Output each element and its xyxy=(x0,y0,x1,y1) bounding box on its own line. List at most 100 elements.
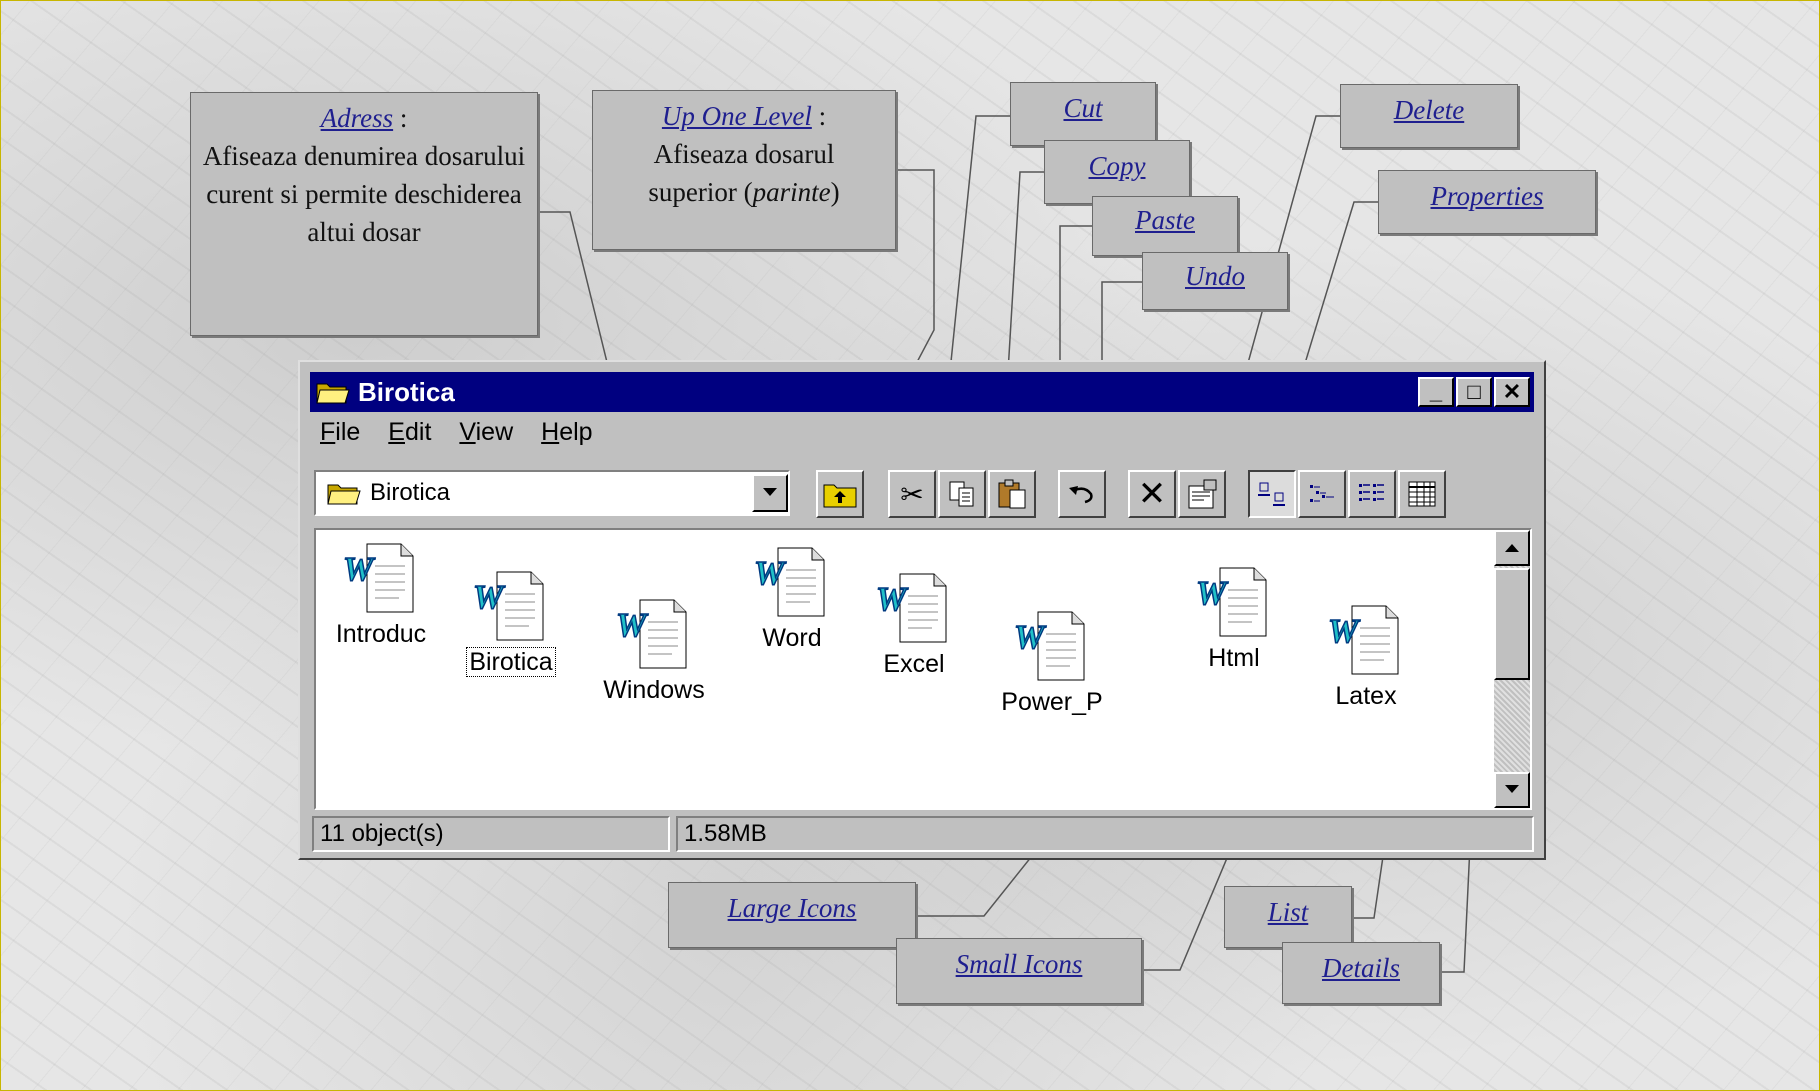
menu-file[interactable]: File xyxy=(320,418,360,447)
details-callout: Details xyxy=(1282,942,1440,1004)
file-name: Excel xyxy=(883,650,945,678)
file-name: Power_P xyxy=(1001,688,1103,716)
details-icon xyxy=(1408,481,1436,507)
word-document-icon: W xyxy=(615,599,687,669)
list-callout: List xyxy=(1224,886,1352,948)
small-icons-icon xyxy=(1310,485,1334,502)
up-one-level-button[interactable] xyxy=(816,470,864,518)
up-one-level-callout-body: Afiseaza dosarul superior (parinte) xyxy=(593,135,895,211)
file-name: Html xyxy=(1208,644,1260,672)
menu-help[interactable]: Help xyxy=(541,418,592,447)
vertical-scrollbar[interactable] xyxy=(1494,530,1530,808)
svg-text:W: W xyxy=(876,581,909,618)
minimize-button[interactable]: _ xyxy=(1418,377,1454,407)
large-icons-button[interactable] xyxy=(1248,470,1296,518)
explorer-window: Birotica _ □ ✕ File Edit View Help Birot… xyxy=(298,360,1546,860)
cut-button[interactable]: ✂ xyxy=(888,470,936,518)
menu-view-label: iew xyxy=(475,418,514,446)
file-item[interactable]: W Latex xyxy=(1316,604,1416,711)
word-document-icon: W xyxy=(342,543,414,613)
file-name: Birotica xyxy=(466,647,556,677)
word-document-icon: W xyxy=(1195,567,1267,637)
svg-text:W: W xyxy=(473,579,506,616)
close-button[interactable]: ✕ xyxy=(1494,377,1530,407)
delete-callout: Delete xyxy=(1340,84,1518,148)
details-button[interactable] xyxy=(1398,470,1446,518)
copy-callout: Copy xyxy=(1044,140,1190,204)
undo-callout-title: Undo xyxy=(1185,261,1245,291)
file-view: W Introduc W Birotica W Windows W Word W… xyxy=(314,528,1532,810)
paste-icon xyxy=(998,479,1026,509)
up-one-level-body-close: ) xyxy=(830,177,840,207)
file-item[interactable]: W Windows xyxy=(594,598,714,705)
properties-icon xyxy=(1188,479,1217,509)
svg-text:W: W xyxy=(754,555,787,592)
list-button[interactable] xyxy=(1348,470,1396,518)
adress-callout-body: Afiseaza denumirea dosarului curent si p… xyxy=(202,141,526,247)
open-folder-icon xyxy=(316,383,350,404)
delete-button[interactable]: ✕ xyxy=(1128,470,1176,518)
menu-bar: File Edit View Help xyxy=(320,418,593,447)
menu-edit-accel: E xyxy=(388,418,405,446)
small-icons-button[interactable] xyxy=(1298,470,1346,518)
maximize-button[interactable]: □ xyxy=(1456,377,1492,407)
file-item[interactable]: W Word xyxy=(742,546,842,653)
adress-callout: Adress : Afiseaza denumirea dosarului cu… xyxy=(190,92,538,336)
file-item[interactable]: W Power_P xyxy=(992,610,1112,717)
file-item[interactable]: W Birotica xyxy=(458,570,564,677)
status-bar: 11 object(s) 1.58MB xyxy=(312,816,1534,854)
paste-callout-title: Paste xyxy=(1135,205,1195,235)
undo-callout: Undo xyxy=(1142,252,1288,310)
delete-icon: ✕ xyxy=(1137,475,1167,513)
scroll-down-button[interactable] xyxy=(1494,772,1530,808)
menu-edit-label: dit xyxy=(404,418,432,446)
file-item[interactable]: W Html xyxy=(1184,566,1284,673)
chevron-down-icon xyxy=(1505,785,1519,793)
paste-button[interactable] xyxy=(988,470,1036,518)
large-icons-callout-title: Large Icons xyxy=(727,893,857,923)
scroll-up-button[interactable] xyxy=(1494,530,1530,566)
file-item[interactable]: W Excel xyxy=(864,572,964,679)
adress-callout-colon: : xyxy=(393,103,408,133)
status-object-count: 11 object(s) xyxy=(312,816,670,852)
small-icons-callout: Small Icons xyxy=(896,938,1142,1004)
address-dropdown-button[interactable] xyxy=(752,474,788,512)
window-title: Birotica xyxy=(358,376,455,407)
properties-callout-title: Properties xyxy=(1430,181,1544,211)
up-one-level-callout-colon: : xyxy=(811,101,827,131)
properties-button[interactable] xyxy=(1178,470,1226,518)
file-name: Word xyxy=(762,624,822,652)
copy-icon xyxy=(949,481,974,507)
up-one-level-callout: Up One Level : Afiseaza dosarul superior… xyxy=(592,90,896,250)
title-bar[interactable]: Birotica _ □ ✕ xyxy=(310,372,1534,412)
cut-icon: ✂ xyxy=(900,478,924,510)
menu-file-accel: F xyxy=(320,418,336,446)
word-document-icon: W xyxy=(472,571,544,641)
large-icons-callout: Large Icons xyxy=(668,882,916,948)
menu-view[interactable]: View xyxy=(459,418,513,447)
svg-text:W: W xyxy=(616,607,649,644)
undo-button[interactable] xyxy=(1058,470,1106,518)
word-document-icon: W xyxy=(1013,611,1085,681)
open-folder-icon xyxy=(327,484,361,505)
file-name: Introduc xyxy=(335,620,427,648)
word-document-icon: W xyxy=(875,573,947,643)
chevron-up-icon xyxy=(1505,544,1519,552)
menu-view-accel: V xyxy=(459,418,476,446)
svg-text:W: W xyxy=(343,551,376,588)
chevron-down-icon xyxy=(763,488,777,496)
file-name: Windows xyxy=(603,676,705,704)
address-combobox[interactable]: Birotica xyxy=(314,470,790,516)
up-one-level-body-italic: parinte xyxy=(752,177,831,207)
copy-callout-title: Copy xyxy=(1088,151,1146,181)
list-icon xyxy=(1359,484,1384,501)
menu-edit[interactable]: Edit xyxy=(388,418,431,447)
adress-callout-title: Adress xyxy=(320,103,394,133)
file-item[interactable]: W Introduc xyxy=(326,542,436,649)
svg-text:W: W xyxy=(1328,613,1361,650)
properties-callout: Properties xyxy=(1378,170,1596,234)
copy-button[interactable] xyxy=(938,470,986,518)
scrollbar-thumb[interactable] xyxy=(1494,568,1530,680)
svg-text:W: W xyxy=(1014,619,1047,656)
menu-help-label: elp xyxy=(559,418,593,446)
